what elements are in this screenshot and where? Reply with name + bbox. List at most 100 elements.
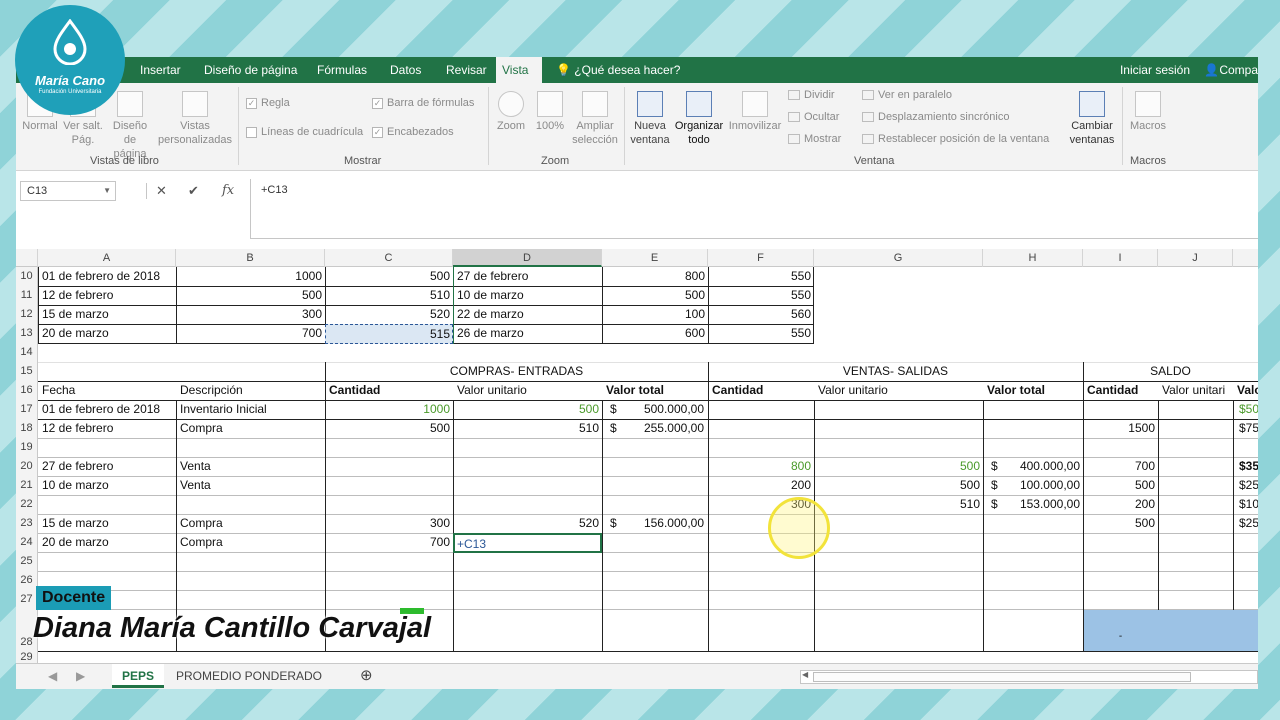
section-ventas[interactable]: VENTAS- SALIDAS — [708, 364, 1083, 378]
name-box[interactable]: C13 ▼ — [20, 181, 116, 201]
column-header[interactable]: B — [176, 249, 325, 267]
confirm-icon[interactable]: ✔ — [188, 181, 199, 201]
sync-scroll-button[interactable]: Desplazamiento sincrónico — [862, 111, 1009, 123]
cell-e11[interactable]: 500 — [602, 288, 707, 302]
arrange-all-button[interactable]: Organizar todo — [674, 91, 724, 147]
sheet-tab-promedio[interactable]: PROMEDIO PONDERADO — [166, 664, 332, 688]
zoom-selection-button[interactable]: Ampliar selección — [570, 91, 620, 147]
split-button[interactable]: Dividir — [788, 89, 835, 101]
column-header[interactable]: D — [453, 249, 602, 267]
row-header[interactable]: 13 — [16, 324, 38, 343]
tab-diseno-pagina[interactable]: Diseño de página — [198, 57, 303, 83]
column-header[interactable]: I — [1083, 249, 1158, 267]
prev-sheet-icon[interactable]: ◀ — [38, 664, 67, 688]
horizontal-scrollbar[interactable]: ◀ — [800, 670, 1258, 684]
cell-g20[interactable]: 500 — [814, 459, 982, 473]
cell-c13-selected[interactable]: 515 — [325, 324, 453, 344]
ruler-checkbox[interactable]: ✓ Regla — [246, 97, 290, 109]
header-valor-unitario-ventas[interactable]: Valor unitario — [816, 383, 982, 397]
cell-j17[interactable]: $50 — [1237, 402, 1258, 416]
column-header[interactable]: E — [602, 249, 708, 267]
row-header[interactable]: 15 — [16, 362, 38, 381]
column-header[interactable]: F — [708, 249, 814, 267]
cell-g22[interactable]: 510 — [814, 497, 982, 511]
cell-i22[interactable]: 200 — [1083, 497, 1157, 511]
cell-c24[interactable]: 700 — [325, 535, 452, 549]
formula-input[interactable]: +C13 — [250, 179, 1258, 239]
cell-b12[interactable]: 300 — [176, 307, 324, 321]
cell-b24[interactable]: Compra — [178, 535, 324, 549]
reset-position-button[interactable]: Restablecer posición de la ventana — [862, 133, 1049, 145]
custom-views-button[interactable]: Vistas personalizadas — [156, 91, 234, 147]
row-header[interactable]: 19 — [16, 438, 38, 457]
unhide-button[interactable]: Mostrar — [788, 133, 841, 145]
add-sheet-icon[interactable]: ⊕ — [350, 664, 383, 688]
cell-f11[interactable]: 550 — [708, 288, 813, 302]
cell-b17[interactable]: Inventario Inicial — [178, 402, 324, 416]
row-header[interactable]: 17 — [16, 400, 38, 419]
cell-h21[interactable]: 100.000,00 — [1003, 478, 1082, 492]
row-header[interactable]: 24 — [16, 533, 38, 552]
cell-i20[interactable]: 700 — [1083, 459, 1157, 473]
cell-e10[interactable]: 800 — [602, 269, 707, 283]
cell-j18[interactable]: $75 — [1237, 421, 1258, 435]
zoom-100-button[interactable]: 100% — [532, 91, 568, 133]
cell-a24[interactable]: 20 de marzo — [40, 535, 176, 549]
row-header[interactable]: 26 — [16, 571, 38, 590]
cell-e12[interactable]: 100 — [602, 307, 707, 321]
cell-i21[interactable]: 500 — [1083, 478, 1157, 492]
cell-a13[interactable]: 20 de marzo — [40, 326, 176, 340]
sheet-tab-peps[interactable]: PEPS — [112, 664, 165, 688]
row-header[interactable]: 25 — [16, 552, 38, 571]
page-layout-button[interactable]: Diseño de página — [108, 91, 152, 161]
cell-d23[interactable]: 520 — [453, 516, 601, 530]
cell-d17[interactable]: 500 — [453, 402, 601, 416]
cell-h22[interactable]: 153.000,00 — [1003, 497, 1082, 511]
tab-vista[interactable]: Vista — [496, 57, 542, 83]
cell-b18[interactable]: Compra — [178, 421, 324, 435]
cell-a21[interactable]: 10 de marzo — [40, 478, 176, 492]
column-header[interactable]: J — [1158, 249, 1233, 267]
scroll-left-icon[interactable]: ◀ — [802, 670, 808, 679]
cell-a20[interactable]: 27 de febrero — [40, 459, 176, 473]
cell-g21[interactable]: 500 — [814, 478, 982, 492]
cell-a18[interactable]: 12 de febrero — [40, 421, 176, 435]
cell-d13[interactable]: 26 de marzo — [455, 326, 601, 340]
tab-formulas[interactable]: Fórmulas — [311, 57, 373, 83]
section-saldo[interactable]: SALDO — [1083, 364, 1258, 378]
cell-f13[interactable]: 550 — [708, 326, 813, 340]
section-compras[interactable]: COMPRAS- ENTRADAS — [325, 364, 708, 378]
chevron-down-icon[interactable]: ▼ — [103, 182, 111, 200]
cell-d11[interactable]: 10 de marzo — [455, 288, 601, 302]
header-valor-unitario-compras[interactable]: Valor unitario — [455, 383, 601, 397]
header-descripcion[interactable]: Descripción — [178, 383, 324, 397]
column-header[interactable]: G — [814, 249, 983, 267]
function-icon[interactable]: fx — [222, 181, 234, 201]
cell-i18[interactable]: 1500 — [1083, 421, 1157, 435]
side-by-side-button[interactable]: Ver en paralelo — [862, 89, 952, 101]
cell-c23[interactable]: 300 — [325, 516, 452, 530]
freeze-panes-button[interactable]: Inmovilizar — [726, 91, 784, 133]
cell-a17[interactable]: 01 de febrero de 2018 — [40, 402, 176, 416]
cell-d10[interactable]: 27 de febrero — [455, 269, 601, 283]
zoom-button[interactable]: Zoom — [494, 91, 528, 133]
cell-a12[interactable]: 15 de marzo — [40, 307, 176, 321]
tab-datos[interactable]: Datos — [384, 57, 427, 83]
cell-c17[interactable]: 1000 — [325, 402, 452, 416]
cell-b13[interactable]: 700 — [176, 326, 324, 340]
tab-insertar[interactable]: Insertar — [134, 57, 187, 83]
cell-j20[interactable]: $35 — [1237, 459, 1258, 473]
column-header[interactable]: C — [325, 249, 453, 267]
cell-c12[interactable]: 520 — [325, 307, 452, 321]
switch-windows-button[interactable]: Cambiar ventanas — [1064, 91, 1120, 147]
cell-e23[interactable]: 156.000,00 — [622, 516, 706, 530]
formula-bar-checkbox[interactable]: ✓ Barra de fórmulas — [372, 97, 474, 109]
row-header[interactable]: 27 — [16, 590, 38, 609]
cell-c11[interactable]: 510 — [325, 288, 452, 302]
header-valor-total-saldo[interactable]: Valo — [1235, 383, 1258, 397]
cancel-icon[interactable]: ✕ — [156, 181, 167, 201]
row-header[interactable]: 21 — [16, 476, 38, 495]
cell-j23[interactable]: $25 — [1237, 516, 1258, 530]
cell-b21[interactable]: Venta — [178, 478, 324, 492]
gridlines-checkbox[interactable]: Líneas de cuadrícula — [246, 126, 363, 138]
